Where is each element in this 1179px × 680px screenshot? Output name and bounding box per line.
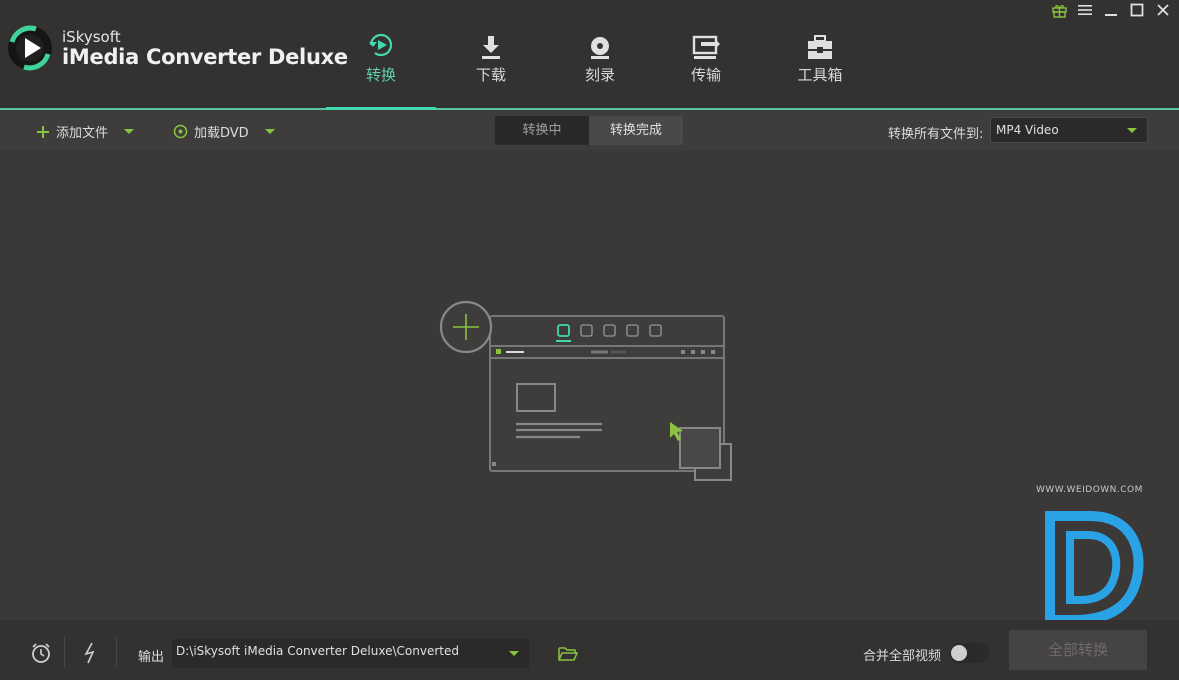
tab-transfer[interactable]: 传输 bbox=[651, 30, 761, 108]
chevron-down-icon bbox=[509, 651, 519, 656]
output-label: 输出 bbox=[138, 650, 165, 665]
app-header: iSkysoft iMedia Converter Deluxe 转换 下载 刻… bbox=[0, 0, 1179, 110]
toolbar: 添加文件 加载DVD 转换中 转换完成 转换所有文件到: MP4 Video bbox=[0, 110, 1179, 150]
load-dvd-label: 加载DVD bbox=[194, 126, 249, 141]
lightning-icon[interactable] bbox=[78, 641, 102, 665]
footer-divider bbox=[64, 637, 65, 667]
tab-converting[interactable]: 转换中 bbox=[495, 116, 589, 145]
watermark-logo bbox=[1045, 511, 1144, 625]
toggle-knob bbox=[951, 645, 967, 661]
menu-icon[interactable] bbox=[1077, 1, 1093, 19]
drop-area[interactable] bbox=[0, 150, 1179, 625]
gift-icon[interactable] bbox=[1051, 1, 1067, 19]
tab-download-label: 下载 bbox=[475, 66, 506, 84]
chevron-down-icon bbox=[1127, 128, 1137, 133]
toolbox-icon bbox=[765, 30, 875, 60]
merge-all-videos-label: 合并全部视频 bbox=[863, 649, 942, 664]
brand-name-small: iSkysoft bbox=[62, 28, 121, 46]
brand-name-product: iMedia Converter Deluxe bbox=[62, 45, 348, 69]
load-dvd-button[interactable]: 加载DVD bbox=[173, 122, 275, 141]
footer-bar: 输出 D:\iSkysoft iMedia Converter Deluxe\C… bbox=[0, 620, 1179, 680]
output-path-select[interactable]: D:\iSkysoft iMedia Converter Deluxe\Conv… bbox=[172, 639, 529, 668]
convert-all-button[interactable]: 全部转换 bbox=[1009, 630, 1147, 670]
watermark-text: WWW.WEIDOWN.COM bbox=[1036, 485, 1143, 495]
minimize-icon[interactable] bbox=[1103, 1, 1119, 19]
tab-transfer-label: 传输 bbox=[690, 66, 721, 84]
alarm-clock-icon[interactable] bbox=[29, 641, 53, 665]
tab-burn[interactable]: 刻录 bbox=[545, 30, 655, 108]
tab-burn-label: 刻录 bbox=[584, 66, 615, 84]
convert-icon bbox=[326, 30, 436, 60]
open-folder-icon[interactable] bbox=[556, 642, 580, 666]
app-logo bbox=[8, 25, 52, 71]
output-format-value: MP4 Video bbox=[996, 123, 1059, 137]
window-controls bbox=[1051, 1, 1171, 19]
dvd-disc-icon bbox=[173, 124, 188, 139]
add-files-illustration[interactable] bbox=[436, 298, 736, 483]
merge-all-videos-toggle[interactable] bbox=[949, 643, 989, 663]
tab-toolbox[interactable]: 工具箱 bbox=[765, 30, 875, 108]
load-dvd-dropdown-icon[interactable] bbox=[264, 129, 275, 134]
tab-converted[interactable]: 转换完成 bbox=[589, 116, 683, 145]
footer-divider bbox=[116, 637, 117, 667]
burn-disc-icon bbox=[545, 30, 655, 60]
conversion-status-segment: 转换中 转换完成 bbox=[495, 116, 683, 145]
close-icon[interactable] bbox=[1155, 1, 1171, 19]
tab-toolbox-label: 工具箱 bbox=[797, 66, 843, 84]
tab-download[interactable]: 下载 bbox=[436, 30, 546, 108]
tab-convert-label: 转换 bbox=[365, 66, 396, 84]
output-format-select[interactable]: MP4 Video bbox=[990, 117, 1148, 143]
add-files-dropdown-icon[interactable] bbox=[124, 129, 135, 134]
plus-icon bbox=[37, 125, 49, 138]
download-icon bbox=[436, 30, 546, 60]
add-files-label: 添加文件 bbox=[56, 126, 109, 141]
tab-convert[interactable]: 转换 bbox=[326, 30, 436, 110]
output-path-value: D:\iSkysoft iMedia Converter Deluxe\Conv… bbox=[176, 644, 459, 658]
convert-all-to-label: 转换所有文件到: bbox=[888, 127, 984, 142]
transfer-icon bbox=[651, 30, 761, 60]
maximize-icon[interactable] bbox=[1129, 1, 1145, 19]
add-files-button[interactable]: 添加文件 bbox=[36, 122, 135, 141]
